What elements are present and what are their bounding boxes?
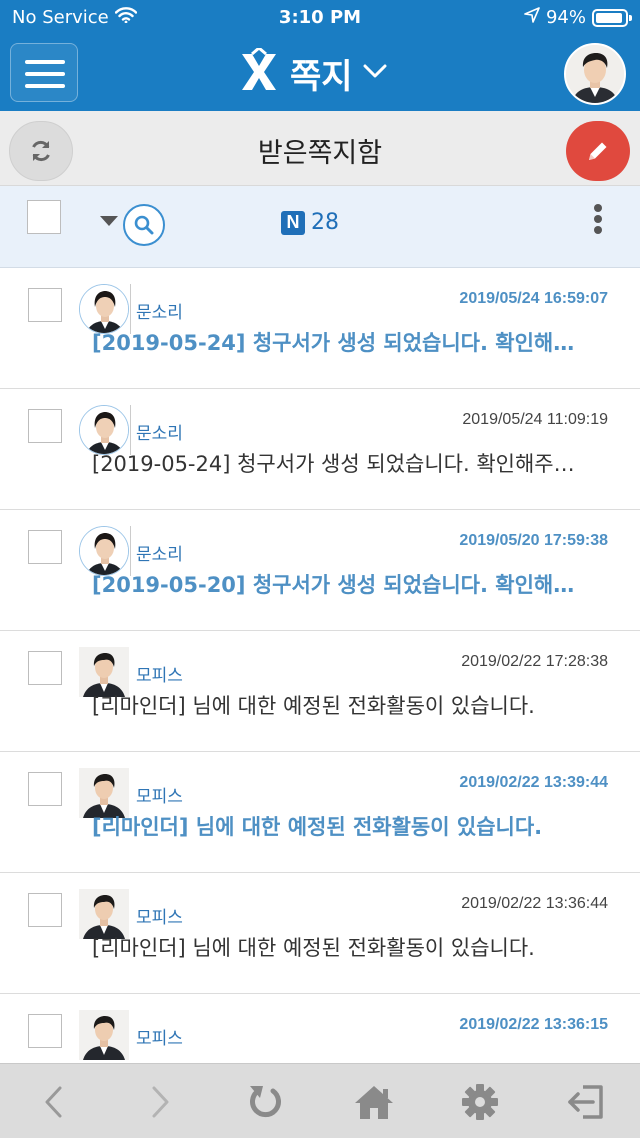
- row-checkbox[interactable]: [28, 893, 62, 927]
- kebab-menu-icon[interactable]: [590, 204, 606, 240]
- male-portrait-icon: [79, 1010, 129, 1060]
- back-icon[interactable]: [32, 1080, 76, 1124]
- status-right: 94%: [524, 7, 632, 28]
- search-icon: [134, 215, 154, 235]
- new-count: N 28: [281, 210, 339, 235]
- message-row[interactable]: 모피스 2019/02/22 13:36:15: [0, 994, 640, 1063]
- message-subject[interactable]: [2019-05-24] 청구서가 생성 되었습니다. 확인해주세요.: [92, 448, 582, 478]
- list-toolbar: N 28: [0, 186, 640, 268]
- message-subject[interactable]: [리마인더] 님에 대한 예정된 전화활동이 있습니다.: [92, 690, 582, 720]
- sender-name: 문소리: [136, 303, 183, 323]
- mailbox-title: 받은쪽지함: [257, 138, 383, 169]
- sender-name: 모피스: [136, 1029, 183, 1049]
- message-subject[interactable]: [리마인더] 님에 대한 예정된 전화활동이 있습니다.: [92, 811, 582, 841]
- profile-avatar[interactable]: [564, 43, 626, 105]
- row-checkbox[interactable]: [28, 1014, 62, 1048]
- sender-name: 문소리: [136, 424, 183, 444]
- sender-name: 모피스: [136, 666, 183, 686]
- message-count: 28: [311, 210, 339, 235]
- hamburger-menu-button[interactable]: [10, 43, 78, 102]
- home-icon[interactable]: [352, 1080, 396, 1124]
- row-checkbox[interactable]: [28, 772, 62, 806]
- sender-name: 문소리: [136, 545, 183, 565]
- row-checkbox[interactable]: [28, 651, 62, 685]
- message-row[interactable]: 모피스 2019/02/22 17:28:38 [리마인더] 님에 대한 예정된…: [0, 631, 640, 752]
- battery-icon: [592, 8, 632, 27]
- row-checkbox[interactable]: [28, 409, 62, 443]
- message-date: 2019/02/22 13:39:44: [459, 774, 608, 791]
- message-subject[interactable]: [2019-05-24] 청구서가 생성 되었습니다. 확인해주세요.: [92, 327, 582, 357]
- settings-icon[interactable]: [458, 1080, 502, 1124]
- status-bar: No Service 3:10 PM 94%: [0, 0, 640, 36]
- page-title: 쪽지: [290, 56, 353, 97]
- message-row[interactable]: 문소리 2019/05/24 11:09:19 [2019-05-24] 청구서…: [0, 389, 640, 510]
- row-checkbox[interactable]: [28, 530, 62, 564]
- message-list: 문소리 2019/05/24 16:59:07 [2019-05-24] 청구서…: [0, 268, 640, 1063]
- sender-photo: [79, 1010, 129, 1060]
- forward-icon[interactable]: [138, 1080, 182, 1124]
- message-date: 2019/05/24 11:09:19: [462, 411, 608, 428]
- message-row[interactable]: 문소리 2019/05/20 17:59:38 [2019-05-20] 청구서…: [0, 510, 640, 631]
- message-subject[interactable]: [2019-05-20] 청구서가 생성 되었습니다. 확인해주세요.: [92, 569, 582, 599]
- message-date: 2019/02/22 13:36:44: [461, 895, 608, 912]
- message-date: 2019/05/20 17:59:38: [459, 532, 608, 549]
- app-header: No Service 3:10 PM 94% 쪽지: [0, 0, 640, 111]
- new-badge: N: [281, 210, 305, 235]
- reload-icon[interactable]: [244, 1080, 288, 1124]
- location-arrow-icon: [524, 7, 540, 28]
- bottom-nav: [0, 1063, 640, 1138]
- message-row[interactable]: 모피스 2019/02/22 13:36:44 [리마인더] 님에 대한 예정된…: [0, 873, 640, 994]
- message-date: 2019/05/24 16:59:07: [459, 290, 608, 307]
- sender-name: 모피스: [136, 787, 183, 807]
- app-title-dropdown[interactable]: 쪽지: [238, 46, 387, 98]
- male-portrait-icon: [566, 45, 624, 103]
- app-logo-icon: [238, 46, 280, 98]
- message-date: 2019/02/22 17:28:38: [461, 653, 608, 670]
- battery-percent: 94%: [545, 7, 586, 28]
- message-row[interactable]: 모피스 2019/02/22 13:39:44 [리마인더] 님에 대한 예정된…: [0, 752, 640, 873]
- battery-fill: [596, 12, 623, 23]
- message-row[interactable]: 문소리 2019/05/24 16:59:07 [2019-05-24] 청구서…: [0, 268, 640, 389]
- logout-icon[interactable]: [564, 1080, 608, 1124]
- caret-down-icon[interactable]: [100, 216, 118, 226]
- message-subject[interactable]: [리마인더] 님에 대한 예정된 전화활동이 있습니다.: [92, 932, 582, 962]
- chevron-down-icon: [363, 63, 387, 83]
- row-checkbox[interactable]: [28, 288, 62, 322]
- sender-name: 모피스: [136, 908, 183, 928]
- message-date: 2019/02/22 13:36:15: [459, 1016, 608, 1033]
- pencil-icon: [589, 142, 607, 160]
- select-all-checkbox[interactable]: [27, 200, 61, 234]
- mailbox-header: 받은쪽지함: [0, 111, 640, 186]
- compose-button[interactable]: [566, 121, 630, 181]
- search-button[interactable]: [123, 204, 165, 246]
